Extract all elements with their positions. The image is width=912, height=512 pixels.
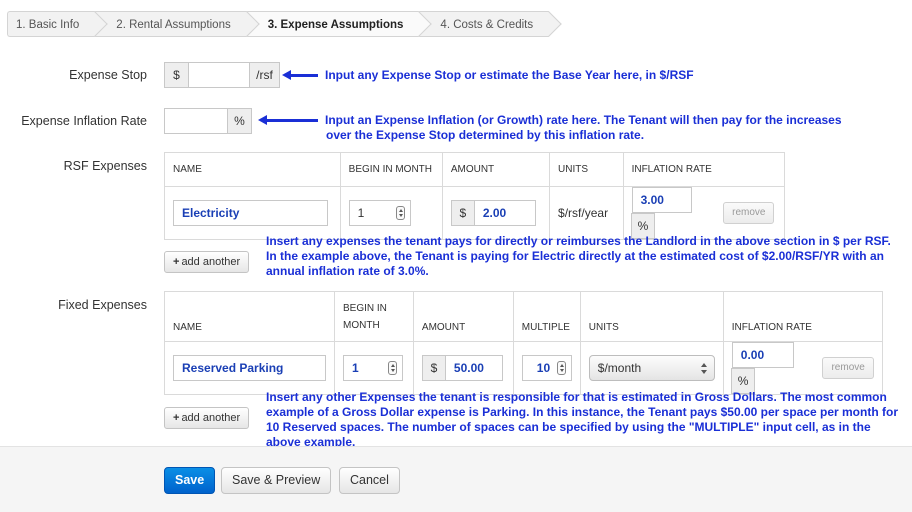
fixed-amount-prefix: $ xyxy=(421,355,446,381)
inflation-label: Expense Inflation Rate xyxy=(21,114,147,128)
table-row: Reserved Parking 1 $50.00 10 $/month 0.0… xyxy=(165,341,883,395)
fixed-inflation-input[interactable]: 0.00 xyxy=(731,342,794,368)
plus-icon: + xyxy=(173,256,180,268)
inflation-suffix: % xyxy=(227,108,252,134)
step-expense-assumptions[interactable]: 3. Expense Assumptions xyxy=(246,11,420,37)
table-header: NAME BEGIN IN MONTH AMOUNT UNITS INFLATI… xyxy=(164,152,785,187)
col-multiple: MULTIPLE xyxy=(512,291,581,342)
fixed-add-another-button[interactable]: + add another xyxy=(164,407,250,429)
rsf-expenses-label: RSF Expenses xyxy=(63,159,147,173)
table-header: NAME BEGIN IN MONTH AMOUNT MULTIPLE UNITS… xyxy=(164,291,883,342)
expense-stop-input[interactable] xyxy=(188,62,250,88)
save-preview-button[interactable]: Save & Preview xyxy=(221,467,332,494)
expense-stop-label: Expense Stop xyxy=(69,68,147,82)
arrow-left-icon xyxy=(282,70,318,80)
rsf-begin-month-input[interactable]: 1 xyxy=(348,200,411,226)
stepper-icon[interactable] xyxy=(388,361,397,375)
fixed-begin-month-value: 1 xyxy=(352,361,359,375)
col-inflation-rate: INFLATION RATE xyxy=(722,291,883,342)
step-costs-credits[interactable]: 4. Costs & Credits xyxy=(419,11,550,37)
annotation-expense-stop: Input any Expense Stop or estimate the B… xyxy=(325,68,694,82)
fixed-expenses-table: NAME BEGIN IN MONTH AMOUNT MULTIPLE UNITS… xyxy=(164,291,883,395)
fixed-multiple-value: 10 xyxy=(536,361,551,375)
col-begin-month: BEGIN IN MONTH xyxy=(339,152,443,187)
rsf-inflation-input[interactable]: 3.00 xyxy=(631,187,692,213)
col-amount: AMOUNT xyxy=(412,291,514,342)
expense-stop-suffix: /rsf xyxy=(249,62,280,88)
rsf-amount-prefix: $ xyxy=(450,200,475,226)
save-button[interactable]: Save xyxy=(164,467,216,494)
annotation-inflation: Input an Expense Inflation (or Growth) r… xyxy=(325,113,895,143)
rsf-units: $/rsf/year xyxy=(549,186,624,240)
annotation-inflation-line-1: Input an Expense Inflation (or Growth) r… xyxy=(325,113,842,127)
stepper-icon[interactable] xyxy=(395,206,405,220)
stepper-icon[interactable] xyxy=(556,361,566,375)
col-begin-month-line-2: MONTH xyxy=(343,319,380,331)
col-begin-month: BEGIN IN MONTH xyxy=(334,291,414,342)
col-begin-month-line-1: BEGIN IN xyxy=(343,302,387,314)
fixed-name-input[interactable]: Reserved Parking xyxy=(173,355,326,381)
col-name: NAME xyxy=(164,291,335,342)
form-actions: Save Save & Preview Cancel xyxy=(0,446,912,512)
inflation-input[interactable] xyxy=(164,108,228,134)
fixed-units-value: $/month xyxy=(597,361,642,375)
wizard-steps: 1. Basic Info 2. Rental Assumptions 3. E… xyxy=(7,11,550,37)
annotation-rsf: Insert any expenses the tenant pays for … xyxy=(266,234,891,278)
col-name: NAME xyxy=(164,152,341,187)
col-amount: AMOUNT xyxy=(441,152,550,187)
fixed-amount-input[interactable]: 50.00 xyxy=(444,355,503,381)
cancel-button[interactable]: Cancel xyxy=(339,467,400,494)
annotation-inflation-line-2: over the Expense Stop determined by this… xyxy=(326,128,645,142)
expense-stop-prefix: $ xyxy=(164,62,189,88)
col-inflation-rate: INFLATION RATE xyxy=(622,152,785,187)
fixed-remove-button[interactable]: remove xyxy=(822,357,874,379)
col-units: UNITS xyxy=(579,291,724,342)
fixed-add-another-label: add another xyxy=(181,412,241,424)
rsf-add-another-label: add another xyxy=(181,256,241,268)
select-arrows-icon xyxy=(700,363,707,374)
table-row: Electricity 1 $2.00 $/rsf/year 3.00% rem… xyxy=(165,186,785,240)
fixed-multiple-input[interactable]: 10 xyxy=(521,355,572,381)
fixed-units-select[interactable]: $/month xyxy=(588,355,715,381)
rsf-remove-button[interactable]: remove xyxy=(723,202,775,224)
rsf-expenses-table: NAME BEGIN IN MONTH AMOUNT UNITS INFLATI… xyxy=(164,152,785,240)
rsf-add-another-button[interactable]: + add another xyxy=(164,251,250,273)
rsf-name-input[interactable]: Electricity xyxy=(173,200,328,226)
col-units: UNITS xyxy=(549,152,624,187)
fixed-expenses-label: Fixed Expenses xyxy=(58,298,147,312)
rsf-amount-input[interactable]: 2.00 xyxy=(473,200,536,226)
annotation-fixed: Insert any other Expenses the tenant is … xyxy=(266,390,898,449)
step-basic-info[interactable]: 1. Basic Info xyxy=(7,11,96,37)
plus-icon: + xyxy=(173,412,180,424)
step-rental-assumptions[interactable]: 2. Rental Assumptions xyxy=(95,11,247,37)
fixed-begin-month-input[interactable]: 1 xyxy=(343,355,403,381)
rsf-begin-month-value: 1 xyxy=(357,206,365,220)
arrow-left-icon xyxy=(258,115,318,125)
